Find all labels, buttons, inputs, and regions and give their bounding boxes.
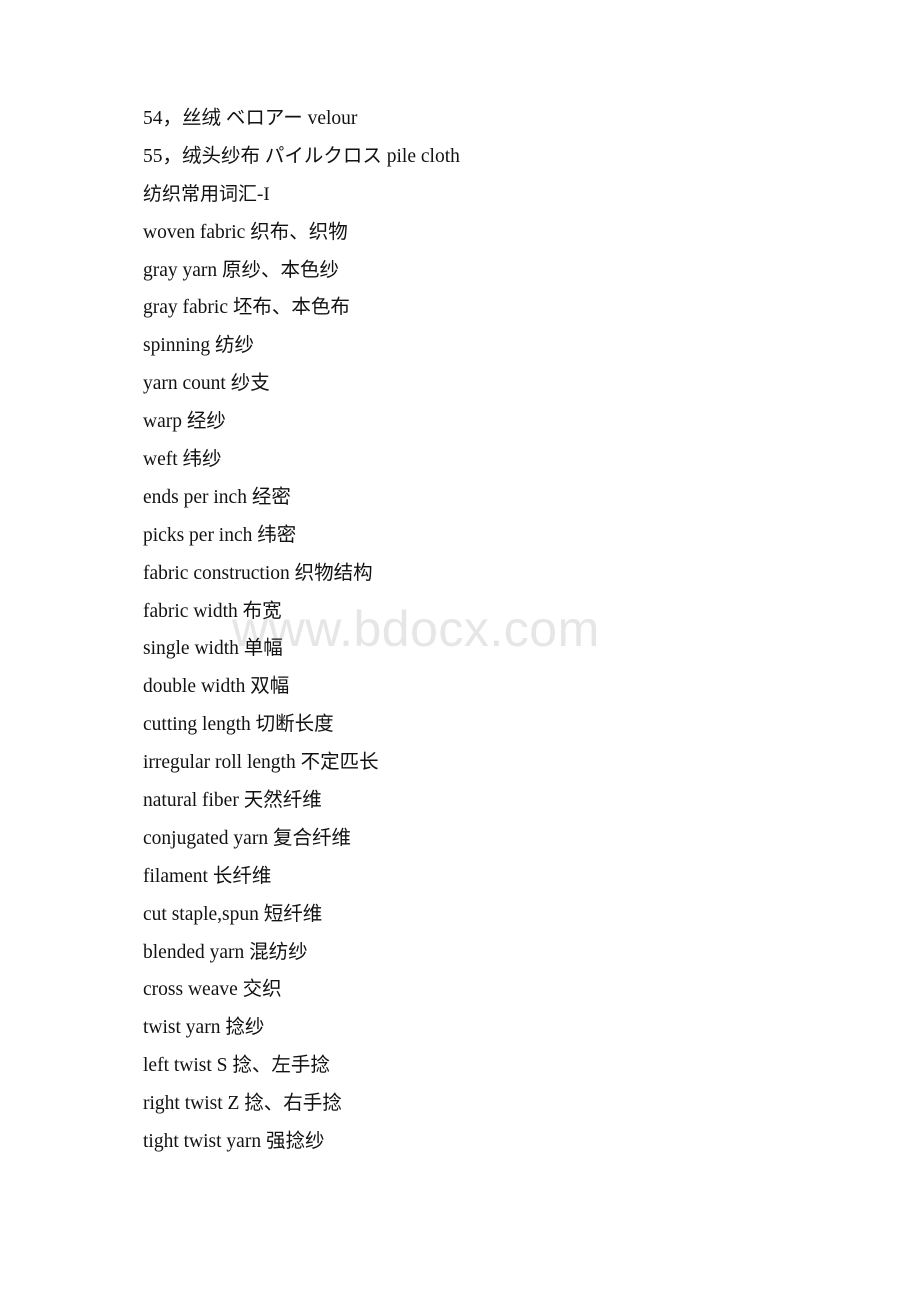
text-line: blended yarn 混纺纱 xyxy=(143,941,308,963)
text-line: 54，丝绒 ベロアー velour xyxy=(143,108,358,129)
text-line: natural fiber 天然纤维 xyxy=(143,790,322,812)
text-line: double width 双幅 xyxy=(143,676,290,698)
text-line: right twist Z 捻、右手捻 xyxy=(143,1093,342,1115)
text-line: twist yarn 捻纱 xyxy=(143,1017,265,1039)
document-text-body: 54，丝绒 ベロアー velour 55，绒头纱布 パイルクロス pile cl… xyxy=(143,100,863,1161)
text-line: 55，绒头纱布 パイルクロス pile cloth xyxy=(143,145,460,167)
document-page: www.bdocx.com 54，丝绒 ベロアー velour 55，绒头纱布 … xyxy=(0,0,920,1302)
text-line: single width 单幅 xyxy=(143,638,283,660)
text-line: cross weave 交织 xyxy=(143,979,282,1001)
text-line: picks per inch 纬密 xyxy=(143,524,297,546)
text-line: ends per inch 经密 xyxy=(143,486,291,508)
text-line: cutting length 切断长度 xyxy=(143,714,334,736)
text-line: cut staple,spun 短纤维 xyxy=(143,903,323,925)
text-line: tight twist yarn 强捻纱 xyxy=(143,1131,325,1153)
text-line: fabric width 布宽 xyxy=(143,600,282,622)
text-line: conjugated yarn 复合纤维 xyxy=(143,827,351,849)
text-line: yarn count 纱支 xyxy=(143,373,270,395)
text-line: warp 经纱 xyxy=(143,411,226,433)
text-line: fabric construction 织物结构 xyxy=(143,562,373,584)
text-line: woven fabric 织布、织物 xyxy=(143,221,348,243)
section-heading: 纺织常用词汇-I xyxy=(143,183,270,205)
text-line: irregular roll length 不定匹长 xyxy=(143,752,379,774)
text-line: spinning 纺纱 xyxy=(143,335,255,357)
text-line: left twist S 捻、左手捻 xyxy=(143,1055,330,1077)
text-line: gray fabric 坯布、本色布 xyxy=(143,297,350,319)
text-line: gray yarn 原纱、本色纱 xyxy=(143,259,340,281)
text-line: weft 纬纱 xyxy=(143,449,222,471)
text-line: filament 长纤维 xyxy=(143,865,272,887)
